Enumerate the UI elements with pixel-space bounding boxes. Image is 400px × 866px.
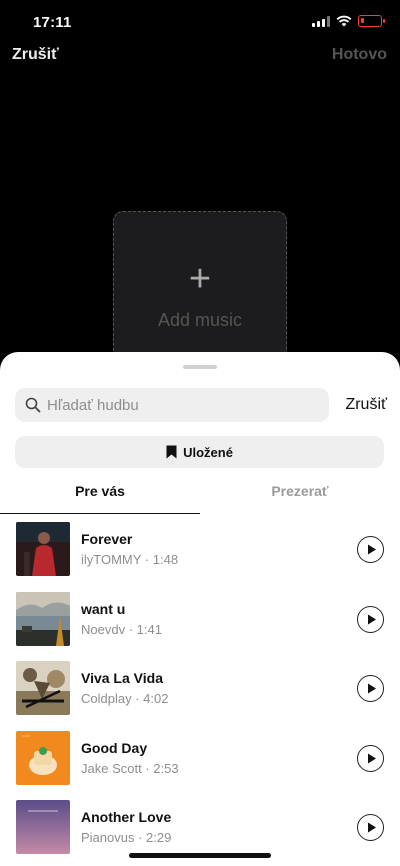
track-row[interactable]: Viva La Vida Coldplay · 4:02 [0,661,400,717]
tab-browse[interactable]: Prezerať [200,480,400,514]
play-icon [368,822,376,833]
album-cover-good-day [16,731,70,785]
add-music-label: Add music [157,310,243,330]
album-cover-another-love [16,800,70,854]
track-row[interactable]: Another Love Pianovus · 2:29 [0,800,400,856]
track-meta: Noevdv · 1:41 [81,622,162,637]
cellular-signal-icon [312,15,330,27]
home-indicator [129,853,271,858]
battery-icon [358,15,385,27]
play-icon [368,614,376,625]
tab-for-you[interactable]: Pre vás [0,480,200,514]
bookmark-icon [166,445,177,459]
search-box[interactable] [15,388,329,422]
play-button[interactable] [357,814,384,841]
play-button[interactable] [357,745,384,772]
track-row[interactable]: want u Noevdv · 1:41 [0,592,400,648]
search-icon [25,397,41,413]
add-music-tile[interactable]: + Add music [113,211,287,361]
track-meta: Coldplay · 4:02 [81,691,169,706]
sheet-grabber[interactable] [183,365,217,369]
status-icons [312,15,385,27]
wifi-icon [336,15,352,27]
cancel-button[interactable]: Zrušiť [12,46,59,64]
play-button[interactable] [357,536,384,563]
saved-button[interactable]: Uložené [15,436,384,468]
status-bar: 17:11 [0,0,400,46]
track-row[interactable]: Good Day Jake Scott · 2:53 [0,731,400,787]
track-title: Good Day [81,740,148,756]
play-icon [368,544,376,555]
music-picker-sheet: Zrušiť Uložené Pre vás Prezerať Forever … [0,352,400,866]
album-cover-viva-la-vida [16,661,70,715]
play-icon [368,753,376,764]
play-icon [368,683,376,694]
plus-icon: + [188,258,212,300]
track-title: Forever [81,531,133,547]
search-cancel-button[interactable]: Zrušiť [345,396,387,414]
done-button[interactable]: Hotovo [332,46,387,64]
track-meta: ilyTOMMY · 1:48 [81,552,179,567]
track-title: Another Love [81,809,172,825]
play-button[interactable] [357,675,384,702]
track-title: Viva La Vida [81,670,163,686]
track-title: want u [81,601,126,617]
search-input[interactable] [47,388,317,422]
track-meta: Jake Scott · 2:53 [81,761,179,776]
tab-bar: Pre vás Prezerať [0,480,400,514]
saved-label: Uložené [183,444,233,460]
status-time: 17:11 [33,14,72,31]
track-row[interactable]: Forever ilyTOMMY · 1:48 [0,522,400,578]
track-meta: Pianovus · 2:29 [81,830,172,845]
play-button[interactable] [357,606,384,633]
album-cover-want-u [16,592,70,646]
album-cover-forever [16,522,70,576]
